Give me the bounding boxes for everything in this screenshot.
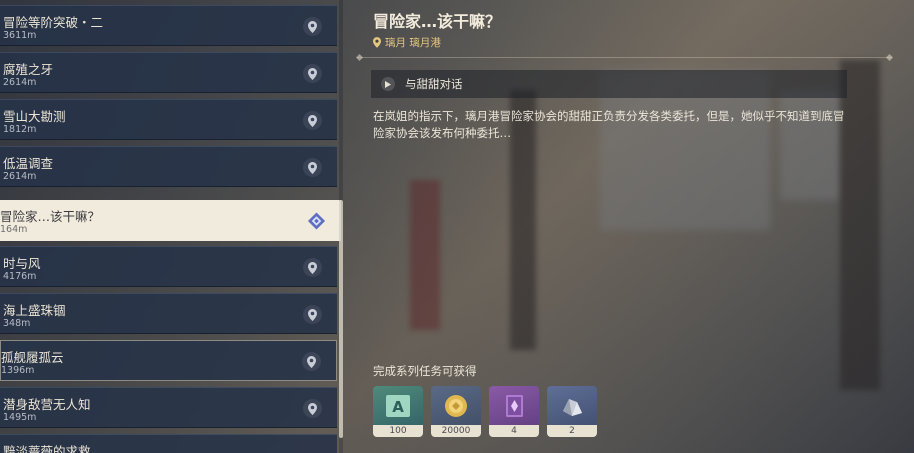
reward-item[interactable]: 2 [547, 386, 597, 437]
quest-distance: 4176m [3, 271, 37, 282]
quest-item[interactable]: 海上盛珠锢 348m [0, 293, 337, 334]
map-pin-icon[interactable] [303, 158, 322, 177]
quest-name: 黯淡蔷薇的求救 [3, 444, 91, 453]
tracking-diamond-icon[interactable] [307, 211, 326, 230]
scrollbar[interactable] [339, 0, 343, 453]
reward-item[interactable]: 20000 [431, 386, 481, 437]
quest-step[interactable]: 与甜甜对话 [371, 70, 847, 98]
heros-wit-book-icon [489, 386, 539, 425]
reward-count: 4 [489, 425, 539, 437]
reward-count: 2 [547, 425, 597, 437]
quest-item[interactable]: 潜身敌营无人知 1495m [0, 387, 337, 428]
quest-distance: 164m [0, 224, 28, 235]
enhancement-ore-icon [547, 386, 597, 425]
svg-text:A: A [392, 398, 404, 416]
reward-item[interactable]: A 100 [373, 386, 423, 437]
quest-distance: 3611m [3, 30, 37, 41]
quest-name: 孤舰履孤云 [1, 350, 64, 365]
adventure-exp-icon: A [373, 386, 423, 425]
quest-name: 冒险等阶突破・二 [3, 15, 104, 30]
quest-distance: 1812m [3, 124, 37, 135]
quest-item[interactable]: 雪山大勘测 1812m [0, 99, 337, 140]
scroll-thumb[interactable] [339, 200, 343, 438]
location-pin-icon [373, 37, 381, 48]
quest-name: 腐殖之牙 [3, 62, 54, 77]
map-pin-icon[interactable] [303, 111, 322, 130]
quest-item[interactable]: 腐殖之牙 2614m [0, 52, 337, 93]
divider-ornament [885, 53, 894, 62]
quest-list: 冒险等阶突破・二 3611m 腐殖之牙 2614m 雪山大勘测 1812m 低温… [0, 0, 343, 453]
quest-name: 海上盛珠锢 [3, 303, 66, 318]
reward-item[interactable]: 4 [489, 386, 539, 437]
quest-distance: 2614m [3, 77, 37, 88]
divider [357, 57, 892, 58]
quest-name: 时与风 [3, 256, 41, 271]
map-pin-icon[interactable] [303, 258, 322, 277]
quest-name: 潜身敌营无人知 [3, 397, 91, 412]
quest-item[interactable]: 孤舰履孤云 1396m [0, 340, 337, 381]
map-pin-icon[interactable] [303, 17, 322, 36]
quest-item[interactable]: 黯淡蔷薇的求救 [0, 434, 337, 453]
quest-detail-panel: 冒险家…该干嘛？ 璃月 璃月港 与甜甜对话 在岚姐的指示下，璃月港冒险家协会的甜… [355, 0, 914, 453]
play-icon [381, 77, 395, 91]
quest-distance: 348m [3, 318, 31, 329]
location-text: 璃月 璃月港 [385, 37, 441, 49]
reward-count: 20000 [431, 425, 481, 437]
divider-ornament [355, 53, 364, 62]
map-pin-icon[interactable] [303, 399, 322, 418]
quest-description: 在岚姐的指示下，璃月港冒险家协会的甜甜正负责分发各类委托，但是，她似乎不知道到底… [373, 109, 845, 140]
quest-item[interactable]: 冒险等阶突破・二 3611m [0, 5, 337, 46]
quest-distance: 2614m [3, 171, 37, 182]
quest-distance: 1495m [3, 412, 37, 423]
rewards-title: 完成系列任务可获得 [373, 364, 477, 378]
quest-item[interactable]: 时与风 4176m [0, 246, 337, 287]
quest-name: 冒险家…该干嘛？ [0, 209, 101, 224]
quest-step-label: 与甜甜对话 [405, 77, 463, 91]
reward-count: 100 [373, 425, 423, 437]
quest-distance: 1396m [1, 365, 35, 376]
quest-name: 雪山大勘测 [3, 109, 66, 124]
map-pin-icon[interactable] [303, 64, 322, 83]
quest-title: 冒险家…该干嘛？ [373, 12, 502, 31]
quest-item-selected[interactable]: 冒险家…该干嘛？ 164m [0, 200, 341, 241]
map-pin-icon[interactable] [303, 305, 322, 324]
mora-coin-icon [431, 386, 481, 425]
quest-location: 璃月 璃月港 [373, 35, 441, 50]
quest-name: 低温调查 [3, 156, 54, 171]
map-pin-icon[interactable] [302, 352, 321, 371]
quest-item[interactable]: 低温调查 2614m [0, 146, 337, 187]
